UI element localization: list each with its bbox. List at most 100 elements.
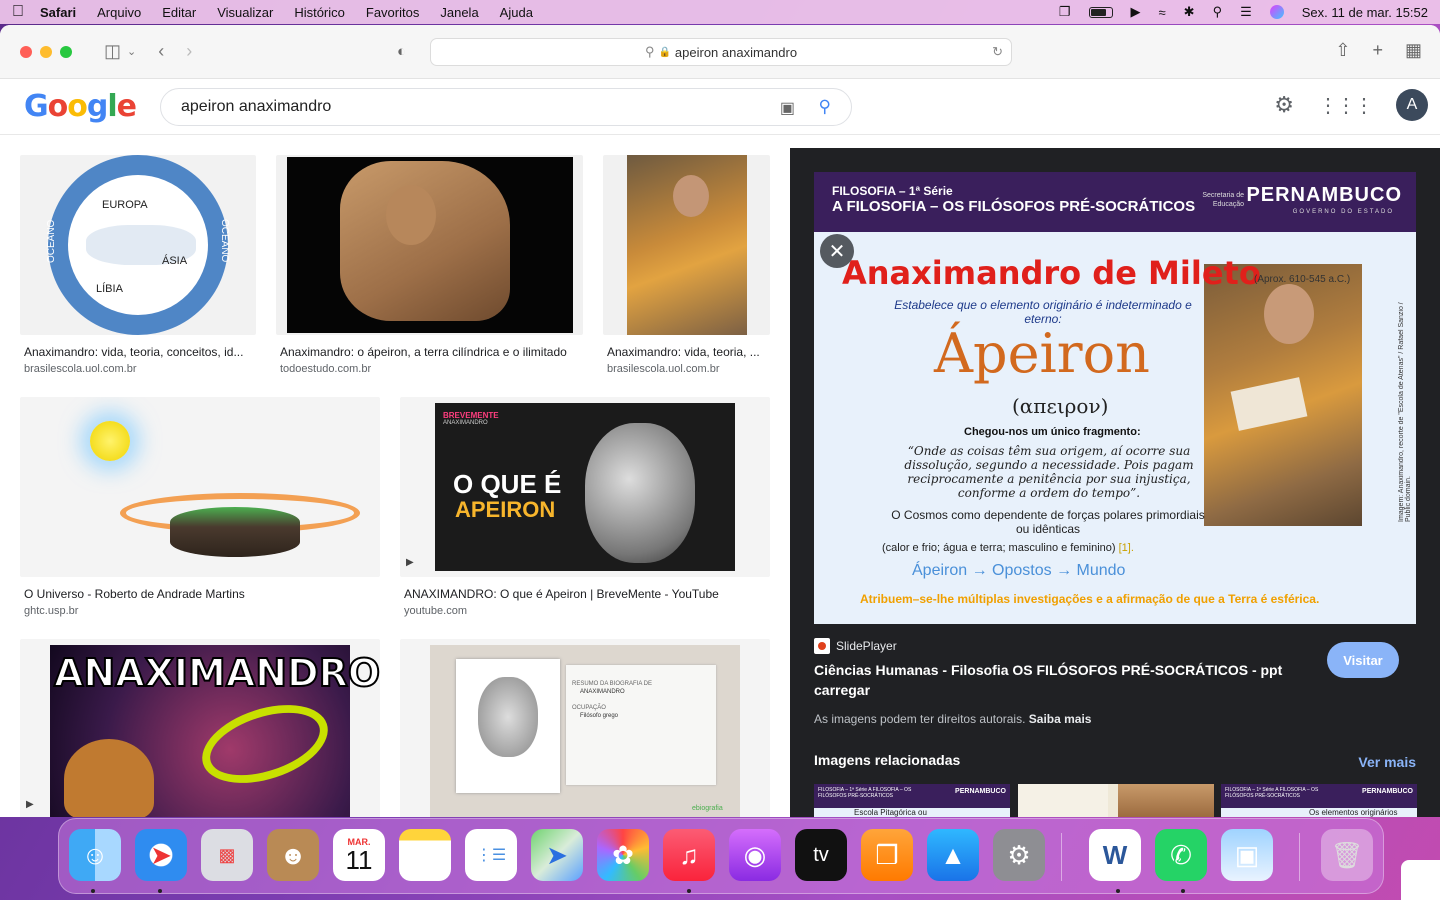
now-playing-icon[interactable]: ▶: [1131, 4, 1141, 20]
word-icon[interactable]: W: [1089, 829, 1141, 881]
slide-brand-sub: GOVERNO DO ESTADO: [1292, 209, 1394, 215]
thumb-brand: ebiografia: [692, 805, 723, 812]
finder-icon[interactable]: ☺: [69, 829, 121, 881]
result-caption[interactable]: Anaximandro: o ápeiron, a terra cilíndri…: [280, 345, 580, 359]
wifi-icon[interactable]: ≈: [1159, 5, 1166, 20]
system-preferences-icon[interactable]: ⚙: [993, 829, 1045, 881]
search-icon: ⚲: [644, 44, 655, 59]
new-tab-icon[interactable]: +: [1372, 40, 1383, 61]
privacy-shield-icon[interactable]: ◐: [397, 43, 406, 60]
minimize-window-button[interactable]: [40, 45, 52, 58]
result-caption[interactable]: Anaximandro: vida, teoria, ...: [607, 345, 767, 359]
safari-icon[interactable]: ➤: [135, 829, 187, 881]
result-thumbnail[interactable]: EUROPA ÁSIA LÍBIA OCEANO OCEANO: [20, 155, 256, 335]
menu-visualizar[interactable]: Visualizar: [217, 5, 273, 20]
tab-overview-icon[interactable]: ▦: [1405, 40, 1422, 61]
reload-icon[interactable]: ↻: [992, 44, 1003, 60]
menu-clock[interactable]: Sex. 11 de mar. 15:52: [1302, 5, 1428, 20]
sidebar-icon[interactable]: ◫: [104, 41, 121, 62]
learn-more-link[interactable]: Saiba mais: [1029, 712, 1092, 726]
contacts-icon[interactable]: ☻: [267, 829, 319, 881]
safari-toolbar: ◫ ⌄ ‹ › ◐ ⚲ 🔒 apeiron anaximandro ↻ ⇧ + …: [0, 25, 1440, 79]
zoom-window-button[interactable]: [60, 45, 72, 58]
result-caption[interactable]: ANAXIMANDRO: O que é Apeiron | BreveMent…: [404, 587, 764, 601]
result-thumbnail[interactable]: RESUMO DA BIOGRAFIA DE ANAXIMANDRO OCUPA…: [400, 639, 770, 817]
result-thumbnail[interactable]: [20, 397, 380, 577]
camera-icon[interactable]: ▣: [780, 98, 795, 118]
close-icon[interactable]: ✕: [820, 234, 854, 268]
slide-pairs: (calor e frio; água e terra; masculino e…: [882, 542, 1134, 554]
close-window-button[interactable]: [20, 45, 32, 58]
apple-tv-icon[interactable]: tv: [795, 829, 847, 881]
slide-title: Anaximandro de Mileto: [842, 254, 1261, 292]
menu-janela[interactable]: Janela: [440, 5, 478, 20]
related-image[interactable]: FILOSOFIA – 1ª Série A FILOSOFIA – OS FI…: [1221, 784, 1417, 817]
photos-icon[interactable]: ✿: [597, 829, 649, 881]
slide-approx: (Aprox. 610-545 a.C.): [1254, 274, 1351, 285]
search-icon[interactable]: ⚲: [819, 97, 831, 117]
slide-arrows: Ápeiron → Opostos → Mundo: [912, 562, 1126, 579]
menu-editar[interactable]: Editar: [162, 5, 196, 20]
result-thumbnail[interactable]: ANAXIMANDRO ▶: [20, 639, 380, 817]
google-logo[interactable]: Google: [24, 89, 137, 124]
result-thumbnail[interactable]: [603, 155, 770, 335]
menu-safari[interactable]: Safari: [40, 5, 76, 20]
slide-quote: “Onde as coisas têm sua origem, aí ocorr…: [904, 444, 1194, 500]
related-image[interactable]: [1018, 784, 1214, 817]
result-thumbnail[interactable]: BREVEMENTE ANAXIMANDRO O QUE É APEIRON ▶: [400, 397, 770, 577]
menu-historico[interactable]: Histórico: [294, 5, 345, 20]
related-image[interactable]: FILOSOFIA – 1ª Série A FILOSOFIA – OS FI…: [814, 784, 1010, 817]
podcasts-icon[interactable]: ◉: [729, 829, 781, 881]
slide-greek: (απειρον): [1012, 394, 1109, 418]
google-search-input[interactable]: apeiron anaximandro ▣ ⚲: [160, 88, 852, 126]
battery-icon[interactable]: [1088, 6, 1113, 18]
back-icon[interactable]: ‹: [158, 41, 164, 62]
music-icon[interactable]: ♫: [663, 829, 715, 881]
thumb-text-2: ANAXIMANDRO: [580, 689, 625, 695]
calendar-icon[interactable]: MAR. 11: [333, 829, 385, 881]
visit-button[interactable]: Visitar: [1327, 642, 1399, 678]
result-source: todoestudo.com.br: [280, 363, 372, 375]
reminders-icon[interactable]: ⋮☰: [465, 829, 517, 881]
control-center-icon[interactable]: ☰: [1240, 4, 1252, 20]
related-images-heading: Imagens relacionadas: [814, 752, 961, 768]
gear-icon[interactable]: ⚙: [1274, 92, 1294, 118]
preview-title[interactable]: Ciências Humanas - Filosofia OS FILÓSOFO…: [814, 660, 1314, 700]
google-header: Google apeiron anaximandro ▣ ⚲ ⚙ ⋮⋮⋮ A: [0, 79, 1440, 135]
play-icon: ▶: [26, 799, 34, 810]
books-icon[interactable]: ❒: [861, 829, 913, 881]
apple-menu-icon[interactable]: : [12, 3, 40, 21]
result-caption[interactable]: O Universo - Roberto de Andrade Martins: [24, 587, 374, 601]
menu-arquivo[interactable]: Arquivo: [97, 5, 141, 20]
preview-app-icon[interactable]: ▣: [1221, 829, 1273, 881]
slideplayer-icon: [814, 638, 830, 654]
thumb-text-1: RESUMO DA BIOGRAFIA DE: [572, 681, 653, 687]
chevron-down-icon[interactable]: ⌄: [127, 45, 136, 58]
preview-source[interactable]: SlidePlayer: [814, 638, 897, 654]
app-store-icon[interactable]: ▲: [927, 829, 979, 881]
forward-icon[interactable]: ›: [186, 41, 192, 62]
whatsapp-icon[interactable]: ✆: [1155, 829, 1207, 881]
preview-image[interactable]: FILOSOFIA – 1ª Série A FILOSOFIA – OS FI…: [814, 172, 1416, 624]
menu-favoritos[interactable]: Favoritos: [366, 5, 419, 20]
apps-grid-icon[interactable]: ⋮⋮⋮: [1318, 93, 1374, 118]
see-more-link[interactable]: Ver mais: [1358, 754, 1416, 770]
result-thumbnail[interactable]: [276, 155, 583, 335]
window-controls: [20, 45, 72, 58]
bluetooth-icon[interactable]: ✱: [1184, 4, 1195, 20]
screen-mirroring-icon[interactable]: ❐: [1059, 4, 1071, 20]
maps-icon[interactable]: ➤: [531, 829, 583, 881]
spotlight-search-icon[interactable]: ⚲: [1213, 4, 1223, 20]
thumb-title-text: ANAXIMANDRO: [53, 650, 380, 696]
launchpad-icon[interactable]: ▩: [201, 829, 253, 881]
result-caption[interactable]: Anaximandro: vida, teoria, conceitos, id…: [24, 345, 254, 359]
avatar[interactable]: A: [1396, 89, 1428, 121]
share-icon[interactable]: ⇧: [1335, 40, 1350, 61]
map-label-libia: LÍBIA: [96, 283, 123, 295]
trash-icon[interactable]: 🗑: [1321, 829, 1373, 881]
siri-icon[interactable]: [1269, 5, 1284, 19]
slide-fragment: Chegou-nos um único fragmento:: [964, 426, 1141, 438]
address-bar[interactable]: ⚲ 🔒 apeiron anaximandro ↻: [430, 38, 1012, 66]
notes-icon[interactable]: [399, 829, 451, 881]
menu-ajuda[interactable]: Ajuda: [500, 5, 533, 20]
